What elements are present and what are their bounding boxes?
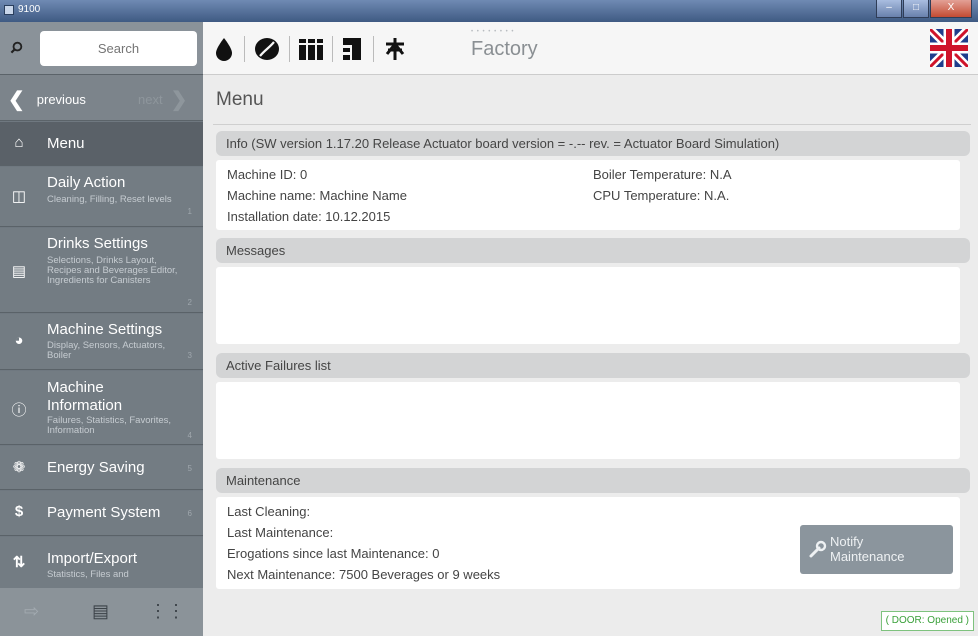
- search-row: [0, 22, 203, 75]
- active-failures-header: Active Failures list: [216, 353, 970, 378]
- sidebar-item-label: Machine Information: [47, 379, 123, 414]
- sidebar-item-label: Menu: [47, 135, 85, 152]
- sidebar-item-label: Payment System: [47, 504, 161, 521]
- active-failures-panel: [216, 382, 960, 459]
- clean-icon: ◫: [11, 188, 27, 205]
- last-cleaning: Last Cleaning:: [227, 504, 311, 519]
- dispenser-icon[interactable]: [340, 36, 366, 62]
- maximize-button[interactable]: □: [903, 0, 929, 18]
- window-title: 9100: [18, 4, 41, 15]
- uk-flag-icon[interactable]: [930, 29, 968, 67]
- sidebar-item-import-export[interactable]: ⇅ Import/Export Statistics, Files and: [0, 537, 203, 588]
- sidebar-item-label: Energy Saving: [47, 459, 145, 476]
- toolbar-separator: [332, 36, 333, 62]
- sidebar-item-subtitle: Cleaning, Filling, Reset levels: [47, 194, 172, 205]
- sidebar-item-subtitle: Display, Sensors, Actuators, Boiler: [47, 340, 166, 361]
- divider: [213, 124, 971, 125]
- search-input[interactable]: [40, 31, 197, 66]
- toolbar-separator: [373, 36, 374, 62]
- transfer-icon: ⇅: [12, 554, 26, 571]
- next-label: next: [138, 92, 163, 107]
- home-icon: ⌂: [14, 134, 24, 151]
- sidebar-item-machine-information[interactable]: ⓘ Machine Information Failures, Statisti…: [0, 371, 203, 445]
- wrench-icon: [809, 540, 827, 558]
- messages-header: Messages: [216, 238, 970, 263]
- machine-id: Machine ID: 0: [227, 167, 308, 182]
- previous-button[interactable]: ❮ previous: [8, 87, 86, 112]
- installation-date: Installation date: 10.12.2015: [227, 209, 391, 224]
- search-icon[interactable]: [10, 41, 23, 54]
- next-button[interactable]: next ❯: [138, 87, 187, 112]
- machine-name: Machine name: Machine Name: [227, 188, 407, 203]
- sidebar-item-number: 6: [187, 509, 192, 518]
- window-controls: – □ X: [875, 0, 972, 18]
- sidebar-item-label: Import/Export: [47, 550, 138, 567]
- notify-maintenance-button[interactable]: Notify Maintenance: [800, 525, 953, 574]
- info-panel: Machine ID: 0 Machine name: Machine Name…: [216, 160, 960, 230]
- toolbar-separator: [289, 36, 290, 62]
- sidebar-item-label: Daily Action: [47, 174, 126, 191]
- door-status-badge: ( DOOR: Opened ): [880, 611, 974, 631]
- sidebar-item-label: Machine Settings: [47, 321, 163, 338]
- sidebar-item-daily-action[interactable]: ◫ Daily Action Cleaning, Filling, Reset …: [0, 167, 203, 227]
- info-header: Info (SW version 1.17.20 Release Actuato…: [216, 131, 970, 156]
- maintenance-header: Maintenance: [216, 468, 970, 493]
- close-button[interactable]: X: [930, 0, 972, 18]
- sidebar-item-menu[interactable]: ⌂ Menu: [0, 122, 203, 166]
- boiler-temperature: Boiler Temperature: N.A: [593, 167, 732, 182]
- sidebar-item-subtitle: Statistics, Files and: [47, 569, 129, 580]
- sidebar-item-energy-saving[interactable]: ❁ Energy Saving 5: [0, 446, 203, 490]
- sidebar-item-drinks-settings[interactable]: ▤ Drinks Settings Selections, Drinks Lay…: [0, 228, 203, 313]
- next-maintenance: Next Maintenance: 7500 Beverages or 9 we…: [227, 567, 501, 582]
- previous-label: previous: [36, 92, 86, 107]
- sidebar-item-number: 1: [187, 207, 192, 216]
- sidebar-bottom-bar: ⇨ ▤ ⋮⋮: [0, 588, 203, 636]
- cpu-temperature: CPU Temperature: N.A.: [593, 188, 730, 203]
- sidebar-item-number: 3: [187, 351, 192, 360]
- info-icon: ⓘ: [11, 402, 27, 419]
- main-content: Menu Info (SW version 1.17.20 Release Ac…: [203, 75, 978, 636]
- last-maintenance: Last Maintenance:: [227, 525, 334, 540]
- factory-label[interactable]: Factory: [471, 38, 538, 61]
- gauge-icon: ◕: [14, 332, 24, 349]
- sidebar-item-number: 4: [187, 431, 192, 440]
- toolbar: • • • • • • • • Factory: [203, 22, 978, 75]
- logout-icon[interactable]: ⇨: [24, 601, 39, 622]
- water-drop-icon[interactable]: [211, 36, 237, 62]
- chevron-right-icon: ❯: [170, 89, 188, 111]
- erogations-count: Erogations since last Maintenance: 0: [227, 546, 440, 561]
- chevron-left-icon: ❮: [8, 89, 25, 111]
- sidebar: ❮ previous next ❯ ⌂ Menu ◫ Daily Action …: [0, 22, 203, 636]
- sidebar-item-payment-system[interactable]: $ Payment System 6: [0, 491, 203, 536]
- toolbar-separator: [244, 36, 245, 62]
- dollar-icon: $: [14, 503, 24, 520]
- window-titlebar: 9100 – □ X: [0, 0, 978, 22]
- minimize-button[interactable]: –: [876, 0, 902, 18]
- sidebar-item-label: Drinks Settings: [47, 235, 148, 252]
- sidebar-item-subtitle: Failures, Statistics, Favorites, Informa…: [47, 415, 172, 436]
- messages-panel: [216, 267, 960, 344]
- notify-label-line1: Notify: [830, 534, 864, 549]
- factory-dots: • • • • • • • •: [471, 29, 515, 35]
- canisters-icon[interactable]: [298, 36, 324, 62]
- sidebar-item-number: 5: [187, 464, 192, 473]
- app-icon: [4, 5, 14, 15]
- notify-label-line2: Maintenance: [830, 549, 905, 564]
- favorites-list-icon[interactable]: ▤: [92, 601, 109, 622]
- mixer-icon[interactable]: [382, 36, 408, 62]
- book-icon: ▤: [11, 263, 27, 280]
- sidebar-item-subtitle: Selections, Drinks Layout, Recipes and B…: [47, 255, 178, 286]
- page-title: Menu: [216, 89, 264, 110]
- history-nav: ❮ previous next ❯: [0, 75, 203, 121]
- sidebar-item-number: 2: [187, 298, 192, 307]
- keypad-icon[interactable]: ⋮⋮: [149, 601, 185, 622]
- notify-maintenance-label: Notify Maintenance: [830, 534, 904, 564]
- coffee-bean-icon[interactable]: [252, 36, 282, 62]
- sidebar-item-machine-settings[interactable]: ◕ Machine Settings Display, Sensors, Act…: [0, 314, 203, 370]
- leaf-icon: ❁: [12, 459, 26, 476]
